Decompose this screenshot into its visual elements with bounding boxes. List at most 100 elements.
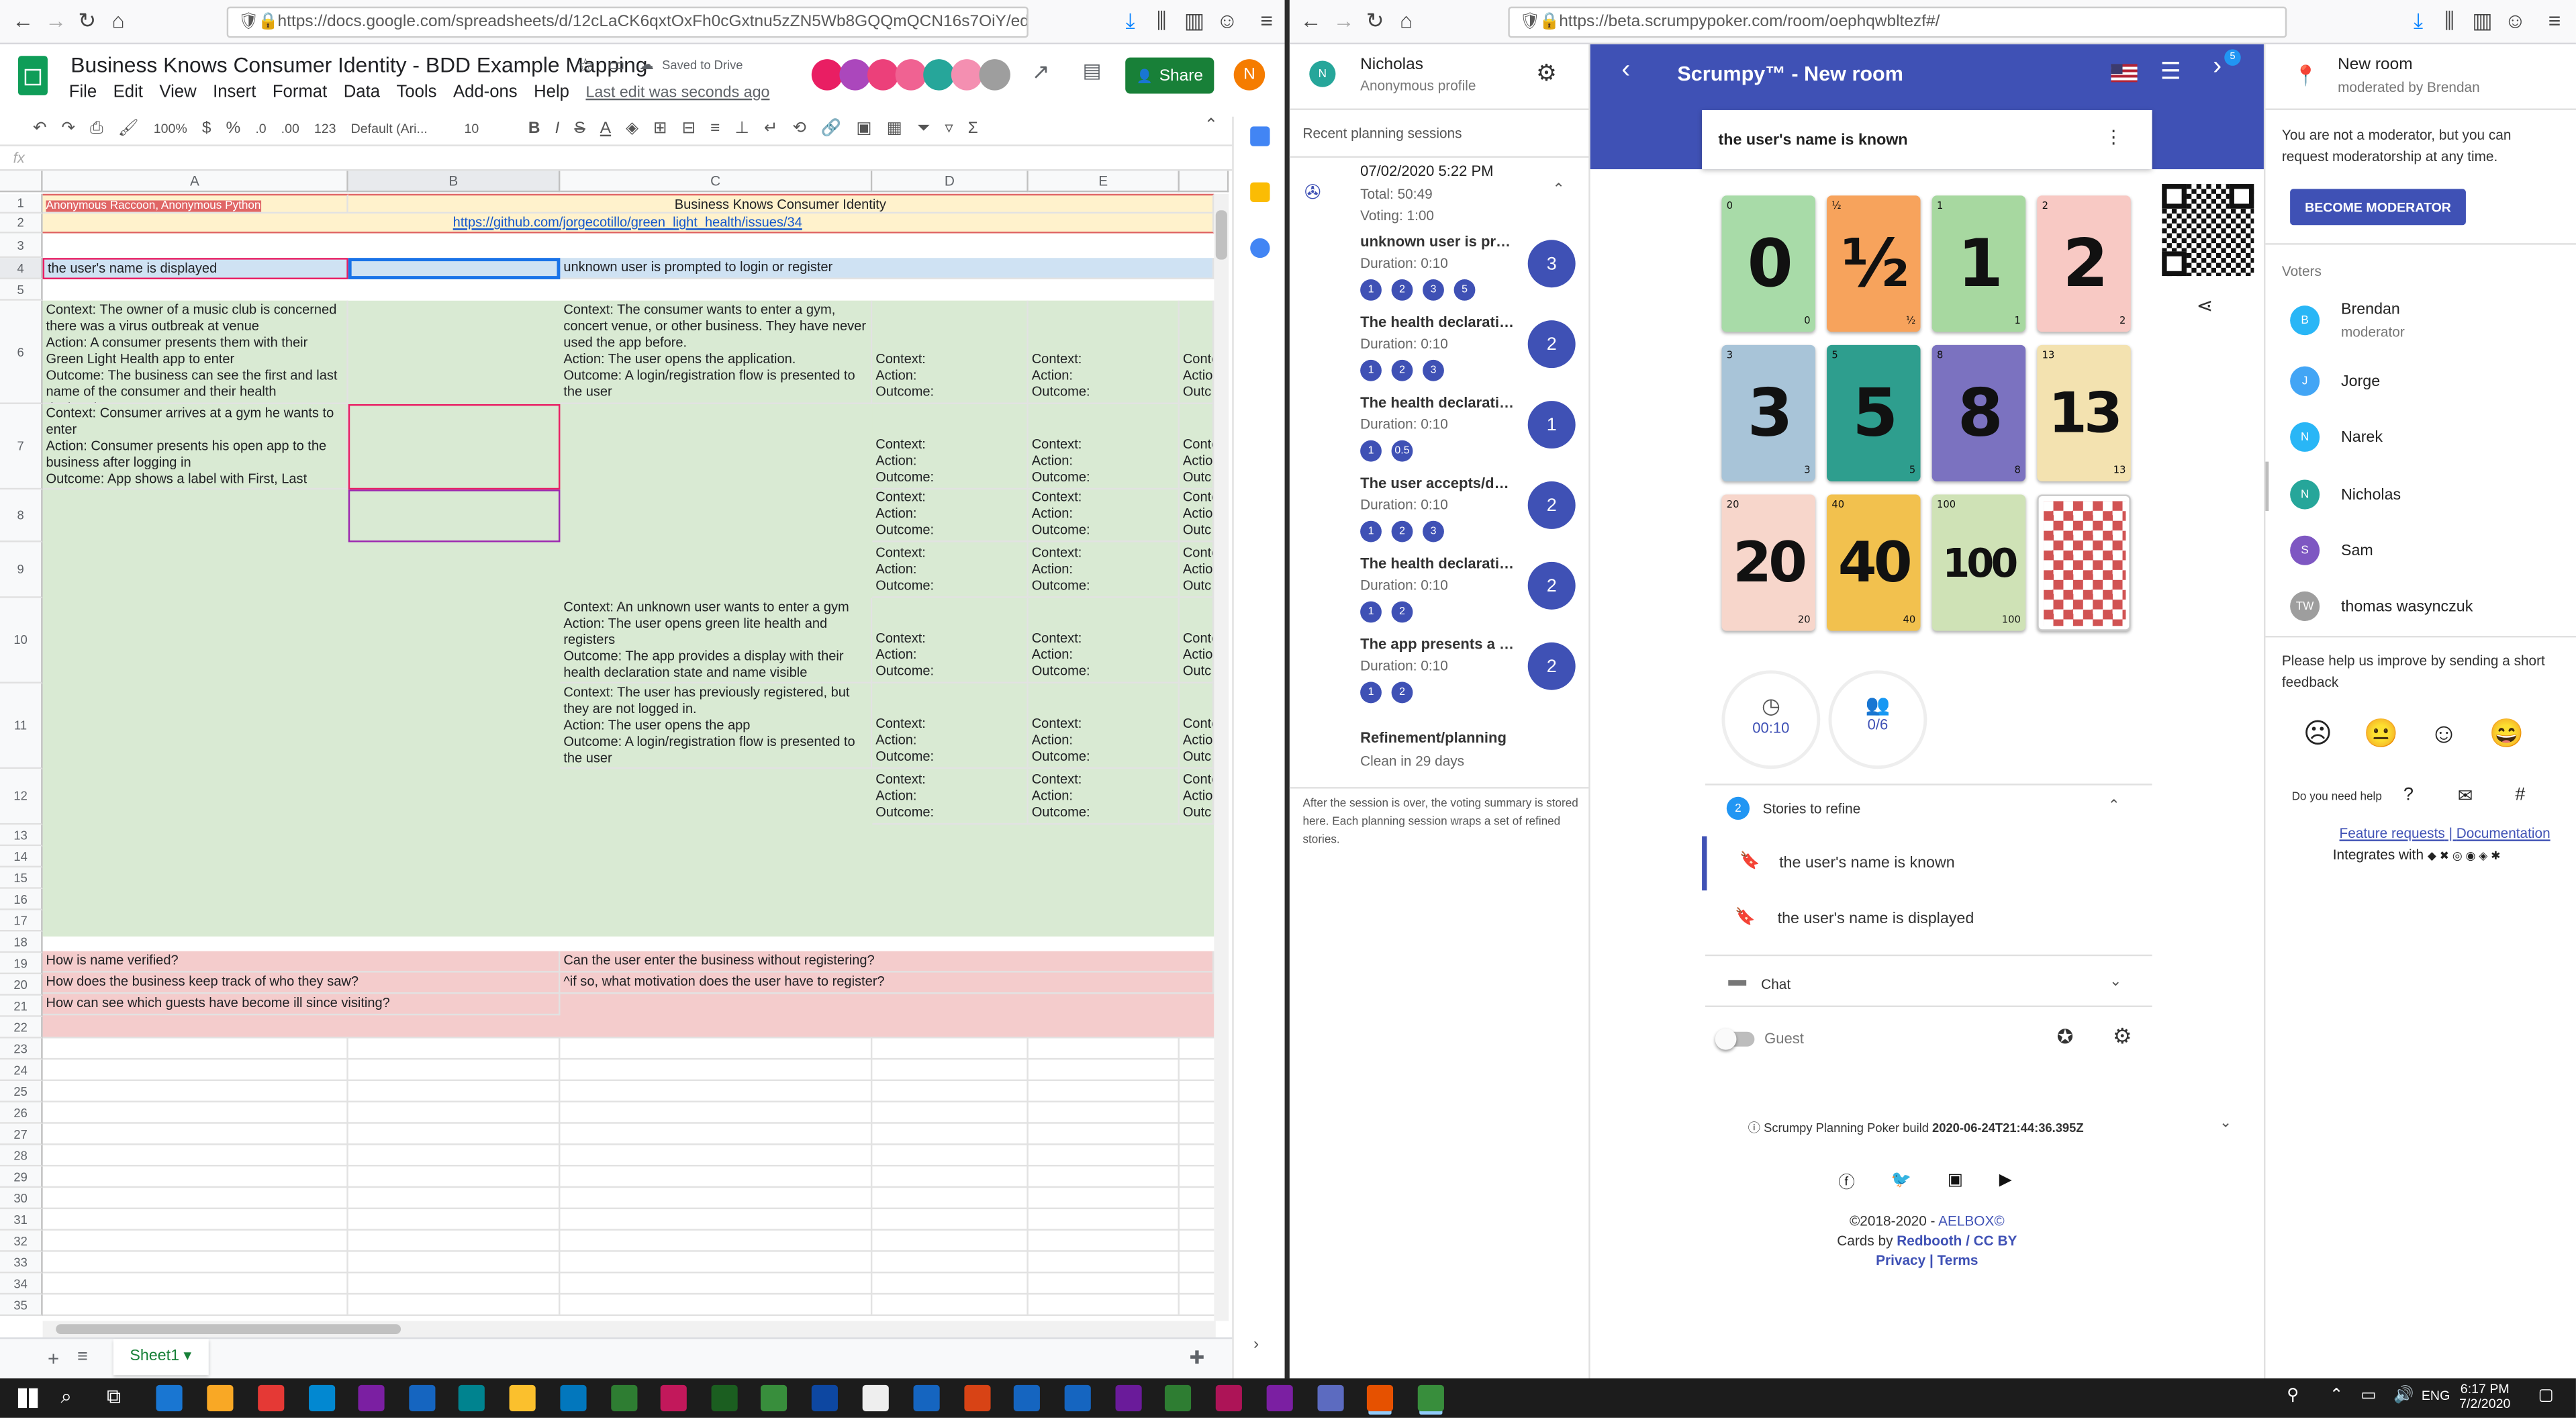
- menu-file[interactable]: File: [69, 82, 97, 101]
- font-select[interactable]: Default (Ari...: [351, 121, 450, 136]
- context-action-outcome-cell[interactable]: Conte Actio Outc: [1179, 542, 1214, 598]
- account-icon[interactable]: ☺: [2503, 8, 2526, 34]
- row-header-6[interactable]: 6: [0, 300, 43, 404]
- row-header-7[interactable]: 7: [0, 404, 43, 490]
- taskbar-app-icon[interactable]: [509, 1384, 536, 1411]
- network-icon[interactable]: ▭: [2360, 1386, 2376, 1405]
- column-header-b[interactable]: B: [348, 171, 561, 193]
- cell-a1[interactable]: Anonymous Raccoon, Anonymous Python: [42, 193, 348, 214]
- people-icon[interactable]: ⚲: [2287, 1386, 2299, 1405]
- taskbar-app-icon[interactable]: [258, 1384, 285, 1411]
- row-header-33[interactable]: 33: [0, 1251, 43, 1274]
- poker-card-0[interactable]: 0 0 0: [1721, 195, 1815, 332]
- collaborator-avatar[interactable]: [895, 59, 927, 91]
- cell-c20[interactable]: ^if so, what motivation does the user ha…: [560, 972, 1214, 994]
- library-icon[interactable]: ⫼: [2438, 8, 2461, 34]
- cell-c19[interactable]: Can the user enter the business without …: [560, 951, 1214, 973]
- row-header-12[interactable]: 12: [0, 769, 43, 825]
- context-action-outcome-cell[interactable]: Context: Action: Outcome:: [1028, 489, 1180, 542]
- collaborator-avatar[interactable]: [839, 59, 871, 91]
- cell-a21[interactable]: How can see which guests have become ill…: [42, 994, 561, 1016]
- row-header-20[interactable]: 20: [0, 974, 43, 996]
- star-circle-icon[interactable]: ✪: [2057, 1025, 2074, 1048]
- search-icon[interactable]: ⌕: [61, 1385, 72, 1410]
- decimal-decrease-icon[interactable]: .0: [255, 121, 266, 136]
- functions-icon[interactable]: Σ: [968, 119, 978, 137]
- row-header-26[interactable]: 26: [0, 1102, 43, 1124]
- percent-icon[interactable]: %: [226, 119, 241, 137]
- session-item[interactable]: The app presents a he... Duration: 0:10 1 2…: [1290, 629, 1590, 710]
- taskbar-app-icon[interactable]: [1366, 1384, 1394, 1411]
- volume-icon[interactable]: 🔊: [2393, 1386, 2414, 1405]
- taskbar-app-icon[interactable]: [1115, 1384, 1142, 1411]
- menu-edit[interactable]: Edit: [113, 82, 143, 101]
- taskbar-app-icon[interactable]: [309, 1384, 336, 1411]
- taskbar-app-icon[interactable]: [409, 1384, 436, 1411]
- cell-c10[interactable]: Context: An unknown user wants to enter …: [560, 598, 873, 683]
- align-icon[interactable]: ≡: [710, 119, 720, 137]
- comment-icon[interactable]: ▣: [856, 119, 871, 137]
- context-action-outcome-cell[interactable]: Context: Action: Outcome:: [1028, 683, 1180, 769]
- poker-card-100[interactable]: 100 100 100: [1931, 494, 2026, 631]
- settings-icon[interactable]: ⚙: [1536, 59, 1557, 87]
- very-sad-face-icon[interactable]: ☹: [2303, 718, 2332, 751]
- taskbar-app-icon[interactable]: [1064, 1384, 1091, 1411]
- facebook-icon[interactable]: ⓕ: [1838, 1168, 1854, 1193]
- column-header-e[interactable]: E: [1028, 171, 1180, 193]
- cell-b8[interactable]: [348, 489, 561, 542]
- session-item[interactable]: The health declaration ... Duration: 0:10…: [1290, 549, 1590, 629]
- taskbar-app-icon[interactable]: [811, 1384, 838, 1411]
- filter-views-icon[interactable]: ▿: [945, 119, 953, 137]
- row-header-3[interactable]: 3: [0, 233, 43, 258]
- redo-icon[interactable]: ↷: [61, 119, 75, 137]
- menu-icon[interactable]: ≡: [2543, 8, 2566, 34]
- row-header-19[interactable]: 19: [0, 953, 43, 975]
- votes-widget[interactable]: 👥 0/6: [1828, 670, 1927, 769]
- chat-label[interactable]: Chat: [1761, 976, 1791, 992]
- menu-data[interactable]: Data: [344, 82, 380, 101]
- row-header-21[interactable]: 21: [0, 995, 43, 1017]
- youtube-icon[interactable]: ▶: [1999, 1172, 2012, 1190]
- strikethrough-icon[interactable]: S: [574, 119, 585, 137]
- share-button[interactable]: 👤 Share: [1125, 57, 1214, 94]
- story-item[interactable]: 🔖 the user's name is displayed: [1705, 892, 2152, 947]
- cell-a4[interactable]: the user's name is displayed: [42, 258, 348, 279]
- row-header-15[interactable]: 15: [0, 867, 43, 889]
- undo-icon[interactable]: ↶: [33, 119, 47, 137]
- cell-b4-selected[interactable]: [348, 258, 561, 279]
- expand-chat-icon[interactable]: ⌄: [2109, 973, 2121, 991]
- horizontal-scrollbar[interactable]: [42, 1321, 1216, 1337]
- taskbar-app-icon[interactable]: [358, 1384, 385, 1411]
- column-header-f[interactable]: [1179, 171, 1229, 193]
- session-item[interactable]: The health declaration ... Duration: 0:10…: [1290, 308, 1590, 388]
- card-back[interactable]: [2037, 494, 2131, 631]
- taskbar-app-icon[interactable]: [207, 1384, 234, 1411]
- context-action-outcome-cell[interactable]: Context: Action: Outcome:: [1028, 542, 1180, 598]
- select-all-corner[interactable]: [0, 171, 43, 193]
- smile-face-icon[interactable]: ☺: [2430, 718, 2458, 751]
- menu-insert[interactable]: Insert: [213, 82, 256, 101]
- wrap-icon[interactable]: ↵: [764, 119, 778, 137]
- sidebar-icon[interactable]: ▥: [2471, 8, 2493, 34]
- back-chevron-icon[interactable]: ‹: [1621, 56, 1630, 85]
- download-icon[interactable]: ⤓: [1118, 8, 1141, 34]
- column-header-c[interactable]: C: [560, 171, 873, 193]
- reload-icon[interactable]: ↻: [1364, 8, 1386, 34]
- row-header-25[interactable]: 25: [0, 1081, 43, 1102]
- taskbar-app-icon[interactable]: [913, 1384, 940, 1411]
- help-icon[interactable]: ?: [2403, 786, 2414, 805]
- forward-icon[interactable]: →: [44, 8, 67, 34]
- row-header-30[interactable]: 30: [0, 1188, 43, 1209]
- row-header-13[interactable]: 13: [0, 824, 43, 847]
- taskbar-app-icon[interactable]: [760, 1384, 788, 1411]
- context-action-outcome-cell[interactable]: Context: Action: Outcome:: [872, 683, 1029, 769]
- story-item-active[interactable]: 🔖 the user's name is known: [1702, 836, 2152, 891]
- decimal-increase-icon[interactable]: .00: [281, 121, 299, 136]
- cell-b7[interactable]: [348, 404, 561, 490]
- home-icon[interactable]: ⌂: [1395, 8, 1418, 34]
- library-icon[interactable]: ⫼: [1150, 8, 1173, 34]
- context-action-outcome-cell[interactable]: Conte Actio Outc: [1179, 683, 1214, 769]
- context-action-outcome-cell[interactable]: Context: Action: Outcome:: [1028, 769, 1180, 825]
- calendar-icon[interactable]: [1250, 126, 1270, 146]
- collapse-stories-icon[interactable]: ⌃: [2108, 797, 2120, 815]
